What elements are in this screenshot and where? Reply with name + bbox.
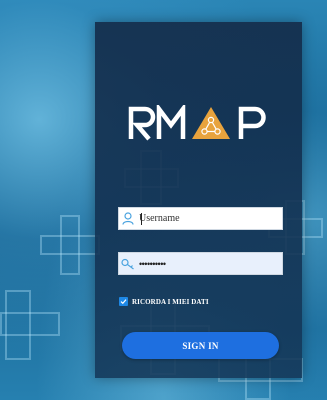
username-field[interactable] xyxy=(118,207,283,230)
remember-me[interactable]: RICORDA I MIEI DATI xyxy=(119,297,209,306)
sign-in-button[interactable]: SIGN IN xyxy=(122,332,279,359)
password-field[interactable] xyxy=(118,252,283,275)
background-cross xyxy=(40,235,100,255)
remember-checkbox[interactable] xyxy=(119,297,128,306)
background-cross xyxy=(0,312,60,336)
user-icon xyxy=(119,208,137,229)
key-icon xyxy=(119,253,137,274)
check-icon xyxy=(120,299,127,305)
remember-label: RICORDA I MIEI DATI xyxy=(132,297,209,306)
username-input[interactable] xyxy=(137,208,281,229)
rmap-logo xyxy=(128,105,266,141)
text-cursor xyxy=(141,213,142,225)
password-input[interactable] xyxy=(137,253,281,274)
login-panel xyxy=(95,22,302,378)
